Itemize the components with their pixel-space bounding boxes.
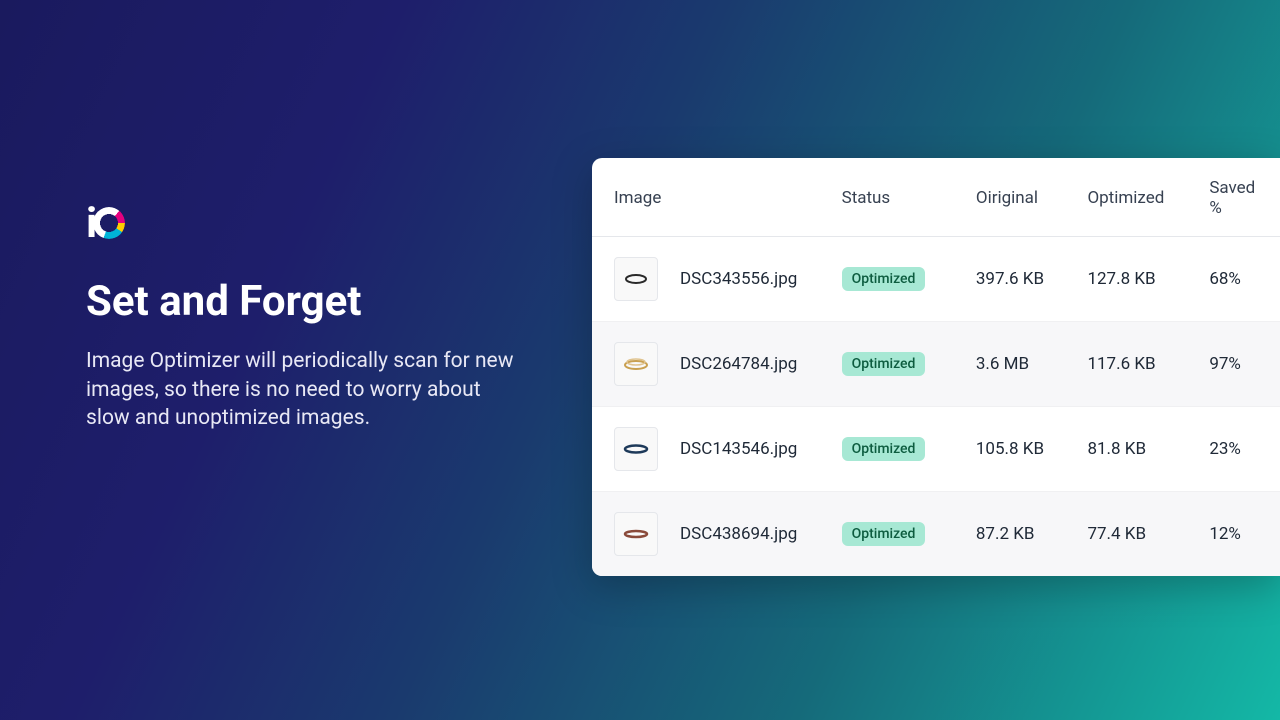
optimized-size: 77.4 KB xyxy=(1075,492,1197,577)
image-filename: DSC438694.jpg xyxy=(680,524,797,544)
original-size: 3.6 MB xyxy=(964,322,1076,407)
original-size: 105.8 KB xyxy=(964,407,1076,492)
logo-text: i xyxy=(86,199,125,248)
saved-percent: 12% xyxy=(1197,492,1280,577)
header-status: Status xyxy=(830,158,964,237)
image-filename: DSC264784.jpg xyxy=(680,354,797,374)
saved-percent: 23% xyxy=(1197,407,1280,492)
header-saved: Saved % xyxy=(1197,158,1280,237)
status-badge: Optimized xyxy=(842,522,926,546)
status-badge: Optimized xyxy=(842,352,926,376)
hero-description: Image Optimizer will periodically scan f… xyxy=(86,347,526,432)
optimized-size: 117.6 KB xyxy=(1075,322,1197,407)
table-header-row: Image Status Oiriginal Optimized Saved % xyxy=(592,158,1280,237)
image-cell: DSC264784.jpg xyxy=(614,342,818,386)
optimized-size: 81.8 KB xyxy=(1075,407,1197,492)
table-row: DSC264784.jpg Optimized 3.6 MB 117.6 KB … xyxy=(592,322,1280,407)
original-size: 397.6 KB xyxy=(964,237,1076,322)
image-thumbnail xyxy=(614,512,658,556)
hero-panel: i Set and Forget Image Optimizer will pe… xyxy=(86,195,526,432)
app-logo: i xyxy=(86,195,142,251)
hero-heading: Set and Forget xyxy=(86,279,526,325)
header-optimized: Optimized xyxy=(1075,158,1197,237)
image-cell: DSC343556.jpg xyxy=(614,257,818,301)
optimized-size: 127.8 KB xyxy=(1075,237,1197,322)
header-original: Oiriginal xyxy=(964,158,1076,237)
image-thumbnail xyxy=(614,257,658,301)
image-thumbnail xyxy=(614,427,658,471)
table-row: DSC343556.jpg Optimized 397.6 KB 127.8 K… xyxy=(592,237,1280,322)
image-cell: DSC438694.jpg xyxy=(614,512,818,556)
image-filename: DSC143546.jpg xyxy=(680,439,797,459)
image-table-card: Image Status Oiriginal Optimized Saved %… xyxy=(592,158,1280,576)
status-badge: Optimized xyxy=(842,437,926,461)
saved-percent: 97% xyxy=(1197,322,1280,407)
original-size: 87.2 KB xyxy=(964,492,1076,577)
saved-percent: 68% xyxy=(1197,237,1280,322)
image-table: Image Status Oiriginal Optimized Saved %… xyxy=(592,158,1280,576)
image-filename: DSC343556.jpg xyxy=(680,269,797,289)
status-badge: Optimized xyxy=(842,267,926,291)
image-thumbnail xyxy=(614,342,658,386)
logo-o-icon xyxy=(93,207,125,239)
header-image: Image xyxy=(592,158,830,237)
table-row: DSC143546.jpg Optimized 105.8 KB 81.8 KB… xyxy=(592,407,1280,492)
table-row: DSC438694.jpg Optimized 87.2 KB 77.4 KB … xyxy=(592,492,1280,577)
image-cell: DSC143546.jpg xyxy=(614,427,818,471)
